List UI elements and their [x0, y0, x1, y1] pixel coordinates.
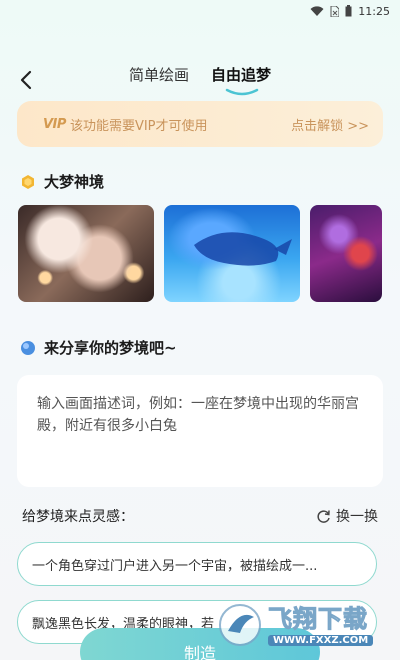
inspiration-header: 给梦境来点灵感： 换一换	[22, 506, 378, 526]
status-bar: 11:25	[0, 0, 400, 22]
vip-logo: VIP	[43, 116, 66, 132]
tab-label: 自由追梦	[211, 66, 272, 84]
watermark-title: 飞翔下载	[268, 604, 368, 633]
watermark-logo-icon	[219, 604, 261, 646]
share-section-title: 来分享你的梦境吧~	[20, 337, 177, 358]
vip-message: 该功能需要VIP才可使用	[69, 118, 208, 134]
mode-tabs: 简单绘画 自由追梦	[0, 60, 400, 96]
site-watermark: 飞翔下载 WWW.FXXZ.COM	[218, 598, 390, 652]
refresh-button[interactable]: 换一换	[316, 506, 378, 526]
sim-icon	[330, 5, 340, 17]
gallery-section-title: 大梦神境	[20, 171, 104, 192]
refresh-icon	[317, 509, 330, 523]
gallery-title: 大梦神境	[44, 173, 105, 191]
dream-image-3[interactable]	[310, 205, 382, 302]
watermark-text: 飞翔下载 WWW.FXXZ.COM	[268, 604, 374, 646]
battery-icon	[345, 5, 352, 17]
share-title: 来分享你的梦境吧~	[44, 339, 177, 357]
dream-gallery	[18, 205, 400, 302]
create-label: 制造	[183, 644, 216, 660]
dream-image-1[interactable]	[18, 205, 154, 302]
wifi-icon	[310, 5, 324, 16]
status-time: 11:25	[358, 4, 390, 18]
unlock-link[interactable]: 点击解锁 >>	[291, 115, 369, 134]
whale-illustration	[194, 232, 292, 266]
dream-description-card	[17, 375, 383, 487]
dream-image-2[interactable]	[164, 205, 300, 302]
gem-icon	[22, 174, 34, 189]
tab-label: 简单绘画	[128, 66, 189, 84]
globe-icon	[21, 340, 35, 355]
vip-banner[interactable]: VIP 该功能需要VIP才可使用 点击解锁 >>	[17, 101, 383, 147]
suggestion-chip[interactable]: 一个角色穿过门户进入另一个宇宙，被描绘成一...	[17, 542, 377, 586]
dream-description-input[interactable]	[37, 393, 363, 469]
tab-free-dream[interactable]: 自由追梦	[211, 60, 272, 96]
unlock-label: 点击解锁 >>	[291, 118, 369, 134]
tab-simple-drawing[interactable]: 简单绘画	[129, 60, 189, 90]
suggestion-text: 一个角色穿过门户进入另一个宇宙，被描绘成一...	[32, 558, 318, 574]
watermark-url: WWW.FXXZ.COM	[268, 634, 374, 646]
inspiration-label: 给梦境来点灵感：	[22, 509, 134, 525]
active-tab-indicator	[225, 88, 259, 96]
refresh-label: 换一换	[336, 509, 378, 525]
